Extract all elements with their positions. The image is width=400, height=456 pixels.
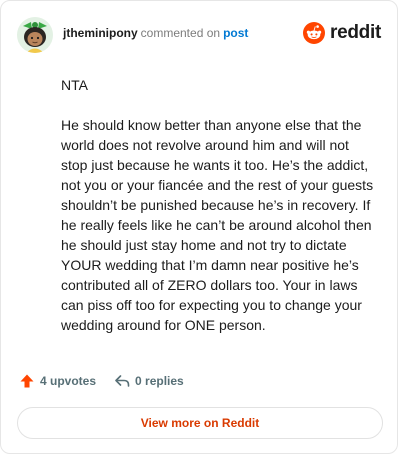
avatar[interactable] bbox=[17, 17, 53, 53]
commented-on-label: commented on bbox=[140, 26, 221, 40]
comment-paragraph: He should know better than anyone else t… bbox=[61, 117, 374, 333]
reddit-wordmark: reddit bbox=[330, 22, 381, 43]
reddit-snoo-icon bbox=[303, 22, 326, 44]
username-link[interactable]: jtheminipony bbox=[63, 26, 138, 40]
view-more-button[interactable]: View more on Reddit bbox=[17, 407, 383, 439]
comment-header: jtheminipony commented on post reddit bbox=[17, 17, 381, 53]
reddit-brand-link[interactable]: reddit bbox=[303, 22, 381, 44]
comment-paragraph: NTA bbox=[61, 77, 88, 93]
reply-count: 0 replies bbox=[135, 374, 184, 388]
embedded-comment-card: jtheminipony commented on post reddit NTA … bbox=[0, 0, 398, 454]
upvote-arrow-icon bbox=[20, 374, 34, 388]
reply-arrow-icon bbox=[115, 375, 130, 387]
reply-button[interactable]: 0 replies bbox=[114, 373, 184, 389]
upvote-count: 4 upvotes bbox=[40, 374, 97, 388]
comment-body: NTA He should know better than anyone el… bbox=[61, 75, 377, 355]
avatar-image bbox=[17, 17, 53, 53]
comment-meta: jtheminipony commented on post bbox=[63, 25, 248, 41]
comment-actions: 4 upvotes 0 replies bbox=[19, 373, 184, 389]
upvote-button[interactable]: 4 upvotes bbox=[19, 373, 96, 389]
post-link[interactable]: post bbox=[223, 26, 248, 40]
